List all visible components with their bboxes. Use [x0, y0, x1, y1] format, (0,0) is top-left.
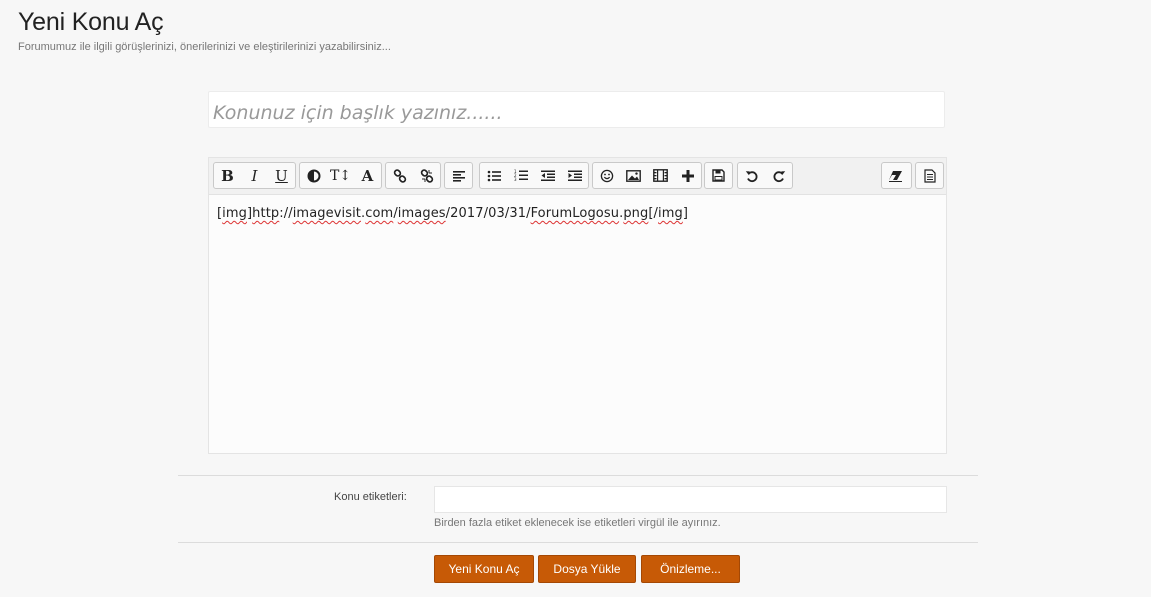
- font-color-button[interactable]: A: [354, 163, 381, 188]
- align-left-button[interactable]: [445, 163, 472, 188]
- editor-text: http: [252, 206, 280, 221]
- undo-button[interactable]: [738, 163, 765, 188]
- svg-text:3: 3: [514, 177, 517, 182]
- clear-format-group: [881, 162, 912, 189]
- underline-button[interactable]: U: [268, 163, 295, 188]
- bullet-list-icon: [487, 170, 501, 181]
- font-family-button[interactable]: [300, 163, 327, 188]
- bullet-list-button[interactable]: [480, 163, 507, 188]
- bold-button[interactable]: B: [214, 163, 241, 188]
- smiley-button[interactable]: [593, 163, 620, 188]
- editor-text: /2017/03/31/: [445, 206, 531, 221]
- save-group: [704, 162, 733, 189]
- eraser-icon: [889, 170, 902, 182]
- divider: [178, 542, 978, 543]
- remove-format-button[interactable]: [882, 163, 909, 188]
- editor-text: imagevisit: [292, 206, 361, 221]
- font-group: T↕ A: [299, 162, 382, 189]
- topic-title-input[interactable]: [208, 91, 945, 128]
- editor-text: img: [658, 206, 683, 221]
- insert-group: [592, 162, 702, 189]
- editor-toolbar: B I U T↕ A 1 2 3: [209, 158, 946, 195]
- outdent-icon: [540, 170, 555, 181]
- align-group: [444, 162, 473, 189]
- font-size-button[interactable]: T↕: [327, 163, 354, 188]
- link-button[interactable]: [386, 163, 413, 188]
- history-group: [737, 162, 793, 189]
- video-button[interactable]: [647, 163, 674, 188]
- page-header: Yeni Konu Aç Forumumuz ile ilgili görüşl…: [18, 6, 391, 53]
- video-icon: [653, 169, 668, 182]
- link-group: [385, 162, 441, 189]
- editor-content[interactable]: [img]http://imagevisit.com/images/2017/0…: [209, 195, 946, 232]
- editor-text: com: [365, 206, 394, 221]
- format-group: B I U: [213, 162, 296, 189]
- save-icon: [712, 169, 725, 182]
- divider: [178, 475, 978, 476]
- indent-button[interactable]: [561, 163, 588, 188]
- editor-text: ForumLogosu: [530, 206, 620, 221]
- source-group: [915, 162, 944, 189]
- editor-text: ]: [682, 206, 689, 221]
- outdent-button[interactable]: [534, 163, 561, 188]
- list-group: 123: [479, 162, 589, 189]
- font-family-icon: [307, 169, 320, 182]
- indent-icon: [567, 170, 582, 181]
- smiley-icon: [600, 169, 613, 182]
- editor-text: images: [397, 206, 446, 221]
- editor-text: png: [623, 206, 649, 221]
- upload-file-button[interactable]: Dosya Yükle: [538, 555, 636, 583]
- numbered-list-icon: 123: [514, 169, 528, 182]
- image-button[interactable]: [620, 163, 647, 188]
- tags-label: Konu etiketleri:: [334, 491, 407, 503]
- save-button[interactable]: [705, 163, 732, 188]
- more-button[interactable]: [674, 163, 701, 188]
- page-title: Yeni Konu Aç: [18, 8, 164, 36]
- numbered-list-button[interactable]: 123: [507, 163, 534, 188]
- tags-hint: Birden fazla etiket eklenecek ise etiket…: [434, 517, 721, 529]
- italic-button[interactable]: I: [241, 163, 268, 188]
- rich-text-editor: B I U T↕ A 1 2 3 [img]http://imagevisit.…: [208, 157, 947, 454]
- editor-text: ://: [279, 206, 293, 221]
- unlink-button[interactable]: [413, 163, 440, 188]
- new-topic-button[interactable]: Yeni Konu Aç: [434, 555, 534, 583]
- tags-input[interactable]: [434, 486, 947, 513]
- source-icon: [923, 168, 936, 183]
- image-icon: [626, 169, 641, 182]
- page-subtitle: Forumumuz ile ilgili görüşlerinizi, öner…: [18, 41, 391, 53]
- redo-button[interactable]: [765, 163, 792, 188]
- undo-icon: [745, 170, 757, 182]
- editor-text: img: [222, 206, 247, 221]
- link-icon: [393, 168, 406, 183]
- redo-icon: [773, 170, 785, 182]
- align-left-icon: [452, 170, 465, 182]
- more-icon: [681, 169, 694, 182]
- source-mode-button[interactable]: [916, 163, 943, 188]
- unlink-icon: [420, 168, 433, 183]
- preview-button[interactable]: Önizleme...: [641, 555, 740, 583]
- editor-text: [/: [648, 206, 659, 221]
